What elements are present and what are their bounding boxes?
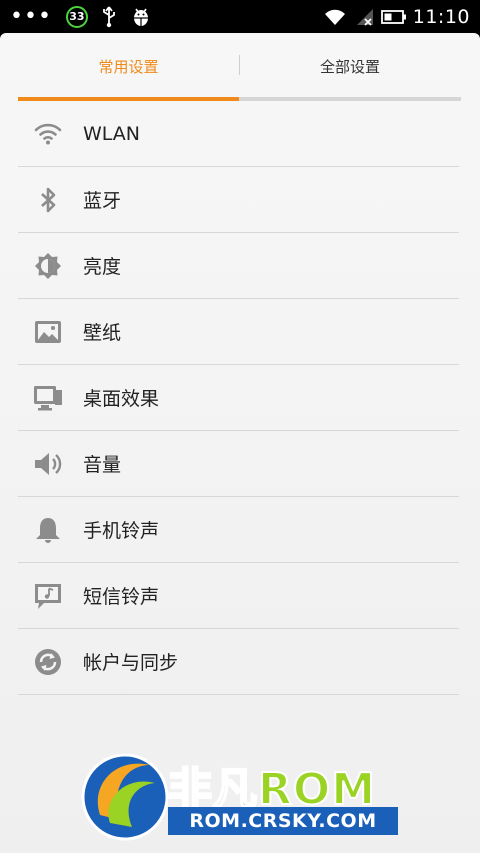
watermark-logo: 非凡ROM ROM.CRSKY.COM [80,745,400,850]
settings-item-wlan[interactable]: WLAN [18,101,459,167]
settings-list: WLAN 蓝牙 亮度 壁纸 桌面效果 音量 手机铃声 短信铃声 帐户与同步 [18,101,459,695]
logo-url: ROM.CRSKY.COM [168,807,398,835]
settings-item-brightness[interactable]: 亮度 [18,233,459,299]
settings-item-label: 音量 [83,454,122,476]
settings-item-bluetooth[interactable]: 蓝牙 [18,167,459,233]
brightness-icon [35,253,61,279]
status-bar-system: 11:10 [323,0,470,33]
settings-item-volume[interactable]: 音量 [18,431,459,497]
bluetooth-icon [41,187,56,213]
desktop-effect-icon [34,386,62,411]
usb-icon [103,5,115,27]
tab-all-settings[interactable]: 全部设置 [239,33,461,99]
settings-item-label: 短信铃声 [83,586,160,608]
wifi-signal-icon [324,9,345,25]
battery-saver-badge-icon: 33 [65,5,88,28]
settings-item-label: 手机铃声 [83,520,160,542]
sync-icon [35,649,61,675]
bell-icon [36,518,60,543]
tab-common-settings[interactable]: 常用设置 [18,33,239,99]
settings-item-desktop-effect[interactable]: 桌面效果 [18,365,459,431]
wifi-icon [34,123,62,145]
cell-signal-icon [356,8,373,26]
android-debug-icon [133,8,148,26]
volume-icon [35,453,62,475]
settings-item-label: 壁纸 [83,322,122,344]
status-bar-notifications: ••• 33 [10,0,152,33]
battery-icon [380,9,406,24]
settings-tabs: 常用设置 全部设置 [18,33,461,99]
wallpaper-icon [35,321,61,343]
crsky-swirl-logo-icon [81,753,169,841]
status-clock: 11:10 [412,5,470,28]
status-bar: ••• 33 11:10 [0,0,480,33]
settings-item-label: 亮度 [83,256,122,278]
more-notifications-icon: ••• [10,3,52,29]
settings-panel: 常用设置 全部设置 WLAN 蓝牙 亮度 壁纸 桌面效果 音量 手机铃声 短信铃… [0,33,480,853]
badge-count: 33 [69,10,85,23]
settings-item-accounts-sync[interactable]: 帐户与同步 [18,629,459,695]
settings-item-label: 帐户与同步 [83,652,179,674]
settings-item-label: 桌面效果 [83,388,160,410]
settings-item-ringtone[interactable]: 手机铃声 [18,497,459,563]
settings-item-message-tone[interactable]: 短信铃声 [18,563,459,629]
settings-item-label: WLAN [83,122,141,145]
settings-item-label: 蓝牙 [83,190,122,212]
message-tone-icon [35,584,61,609]
settings-item-wallpaper[interactable]: 壁纸 [18,299,459,365]
